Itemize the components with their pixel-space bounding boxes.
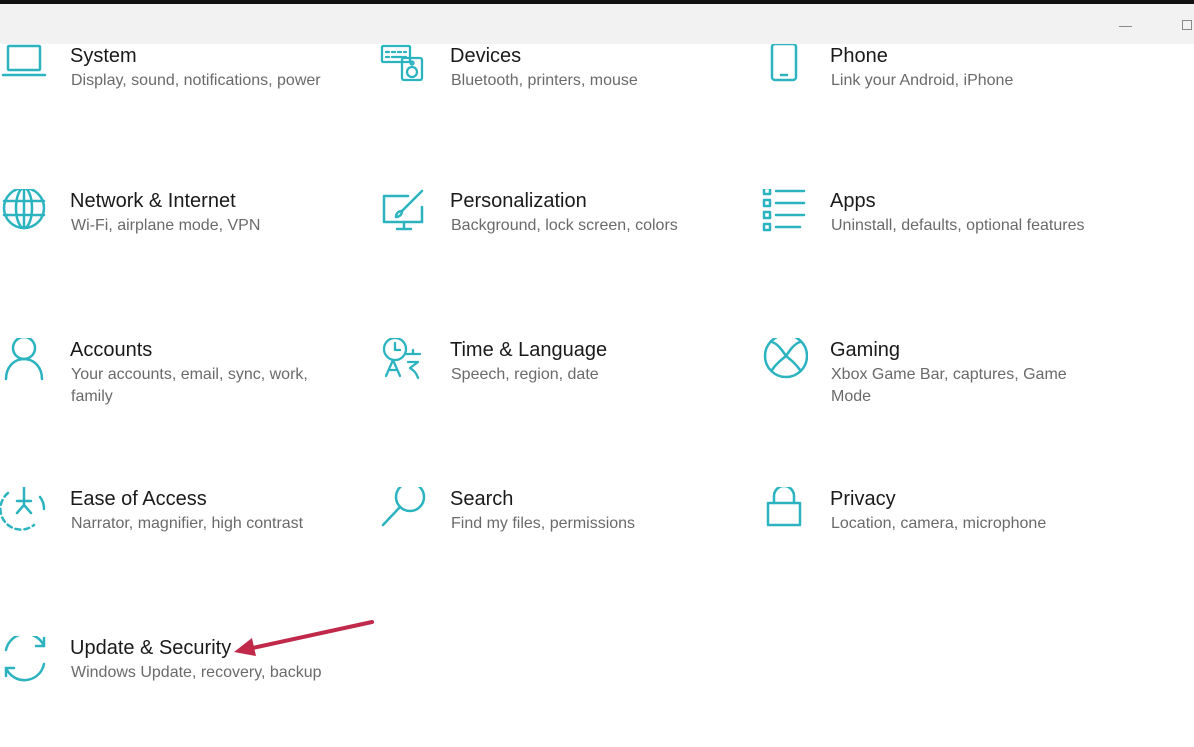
tile-title: Devices [450, 45, 522, 67]
tile-title: Gaming [830, 339, 901, 361]
time-language-icon [380, 338, 428, 386]
tile-description: Wi-Fi, airplane mode, VPN [71, 217, 261, 234]
settings-tile-search[interactable]: Search Find my files, permissions [380, 487, 720, 579]
tile-description: Bluetooth, printers, mouse [451, 72, 638, 89]
tile-description: Uninstall, defaults, optional features [831, 217, 1085, 234]
sync-arrows-icon [0, 636, 48, 684]
apps-list-icon [760, 189, 808, 237]
settings-tile-privacy[interactable]: Privacy Location, camera, microphone [760, 487, 1100, 579]
maximize-button[interactable] [1182, 16, 1194, 34]
keyboard-speaker-icon [380, 44, 428, 92]
settings-tile-devices[interactable]: Devices Bluetooth, printers, mouse [380, 44, 720, 136]
settings-tile-phone[interactable]: Phone Link your Android, iPhone [760, 44, 1100, 136]
lock-icon [760, 487, 808, 535]
settings-tile-personalization[interactable]: Personalization Background, lock screen,… [380, 189, 720, 281]
tile-title: Network & Internet [70, 190, 236, 212]
tile-description: Windows Update, recovery, backup [71, 664, 322, 681]
tile-description: Narrator, magnifier, high contrast [71, 515, 304, 532]
tile-description: Speech, region, date [451, 366, 599, 383]
minimize-button[interactable] [1117, 16, 1137, 34]
tile-description: Your accounts, email, sync, work, family [71, 366, 308, 405]
settings-tile-apps[interactable]: Apps Uninstall, defaults, optional featu… [760, 189, 1100, 281]
globe-icon [0, 189, 48, 237]
tile-description: Background, lock screen, colors [451, 217, 678, 234]
tile-title: Search [450, 488, 514, 510]
xbox-icon [760, 338, 808, 386]
tile-description: Xbox Game Bar, captures, Game Mode [831, 366, 1067, 405]
phone-icon [760, 44, 808, 92]
tile-title: Apps [830, 190, 876, 212]
tile-title: Ease of Access [70, 488, 207, 510]
laptop-icon [0, 44, 48, 92]
tile-description: Location, camera, microphone [831, 515, 1047, 532]
paint-monitor-icon [380, 189, 428, 237]
tile-title: System [70, 45, 137, 67]
ease-of-access-icon [0, 487, 48, 535]
search-icon [380, 487, 428, 535]
title-bar [0, 0, 1194, 44]
settings-tile-system[interactable]: System Display, sound, notifications, po… [0, 44, 340, 136]
settings-tile-gaming[interactable]: Gaming Xbox Game Bar, captures, Game Mod… [760, 338, 1100, 430]
tile-description: Find my files, permissions [451, 515, 636, 532]
tile-title: Personalization [450, 190, 587, 212]
settings-tile-accounts[interactable]: Accounts Your accounts, email, sync, wor… [0, 338, 340, 430]
tile-description: Display, sound, notifications, power [71, 72, 321, 89]
settings-tile-network-internet[interactable]: Network & Internet Wi-Fi, airplane mode,… [0, 189, 340, 281]
tile-title: Accounts [70, 339, 153, 361]
person-icon [0, 338, 48, 386]
settings-tile-ease-of-access[interactable]: Ease of Access Narrator, magnifier, high… [0, 487, 340, 579]
settings-tile-update-security[interactable]: Update & Security Windows Update, recove… [0, 636, 340, 728]
tile-title: Update & Security [70, 637, 232, 659]
tile-title: Time & Language [450, 339, 608, 361]
tile-title: Privacy [830, 488, 896, 510]
tile-title: Phone [830, 45, 888, 67]
settings-tile-time-language[interactable]: Time & Language Speech, region, date [380, 338, 720, 430]
tile-description: Link your Android, iPhone [831, 72, 1014, 89]
